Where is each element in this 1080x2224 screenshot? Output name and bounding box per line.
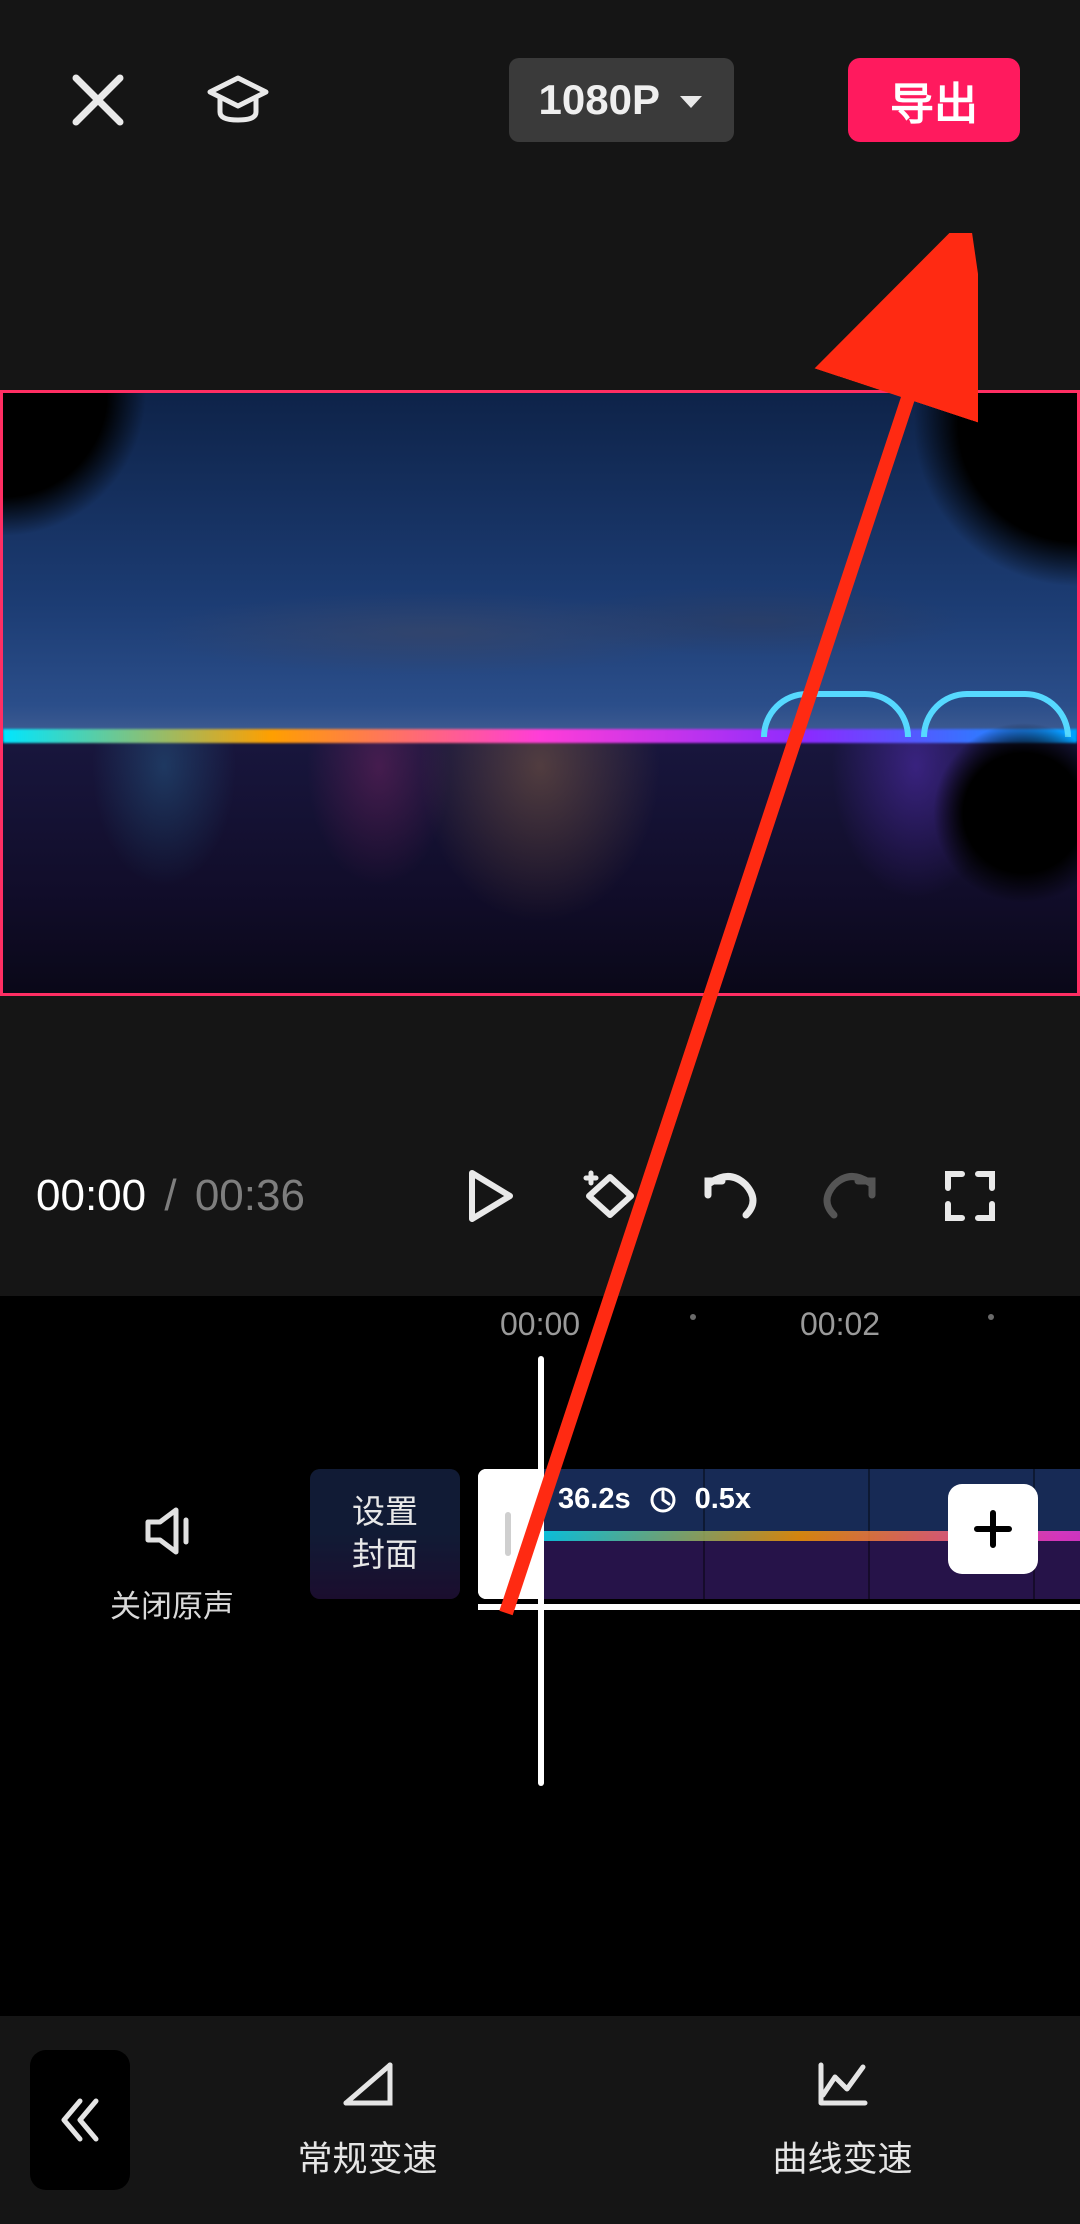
timeline[interactable]: 关闭原声 设置 封面 36.2s 0.5x [0,1356,1080,1816]
curve-speed-icon [815,2059,871,2109]
cover-label: 设置 封面 [310,1469,460,1599]
redo-button[interactable] [790,1171,910,1221]
header: 1080P 导出 [0,0,1080,200]
ruler-tick: 00:00 [500,1306,580,1343]
clip-speed: 0.5x [695,1483,751,1516]
chevron-down-icon [678,93,704,111]
mute-audio-button[interactable]: 关闭原声 [110,1506,234,1626]
plus-icon [971,1507,1015,1551]
fullscreen-button[interactable] [910,1170,1030,1222]
curve-speed-tool[interactable]: 曲线变速 [605,2059,1080,2182]
current-time: 00:00 [36,1171,146,1220]
time-display: 00:00 / 00:36 [36,1171,305,1221]
clip-meta: 36.2s 0.5x [558,1483,751,1516]
tutorial-icon[interactable] [206,74,270,126]
clip-underline [478,1604,1080,1610]
resolution-label: 1080P [539,76,660,124]
preview-area: 00:00 / 00:36 [0,200,1080,1296]
time-separator: / [164,1171,176,1220]
ruler-tick: 00:02 [800,1306,880,1343]
ruler-dot [988,1314,994,1320]
timeline-space [0,1816,1080,2016]
speed-icon [649,1486,677,1514]
normal-speed-icon [340,2059,396,2109]
bottom-toolbar: 常规变速 曲线变速 [0,2016,1080,2224]
ruler-dot [690,1314,696,1320]
tool-label: 常规变速 [297,2131,437,2182]
keyframe-button[interactable] [550,1169,670,1223]
time-ruler[interactable]: 00:00 00:02 [0,1296,1080,1356]
speaker-icon [144,1506,200,1556]
close-icon[interactable] [70,72,126,128]
export-label: 导出 [890,68,978,132]
undo-button[interactable] [670,1171,790,1221]
add-clip-button[interactable] [948,1484,1038,1574]
resolution-button[interactable]: 1080P [509,58,734,142]
normal-speed-tool[interactable]: 常规变速 [130,2059,605,2182]
video-preview[interactable] [0,390,1080,996]
play-button[interactable] [430,1169,550,1223]
mute-label: 关闭原声 [110,1581,234,1626]
clip-duration: 36.2s [558,1483,631,1516]
export-button[interactable]: 导出 [848,58,1020,142]
chevron-left-double-icon [58,2095,102,2145]
set-cover-button[interactable]: 设置 封面 [310,1469,460,1599]
clip-left-handle[interactable] [478,1469,538,1599]
total-time: 00:36 [195,1171,305,1220]
back-button[interactable] [30,2050,130,2190]
playhead[interactable] [538,1356,544,1786]
player-bar: 00:00 / 00:36 [0,996,1080,1296]
tool-label: 曲线变速 [772,2131,912,2182]
